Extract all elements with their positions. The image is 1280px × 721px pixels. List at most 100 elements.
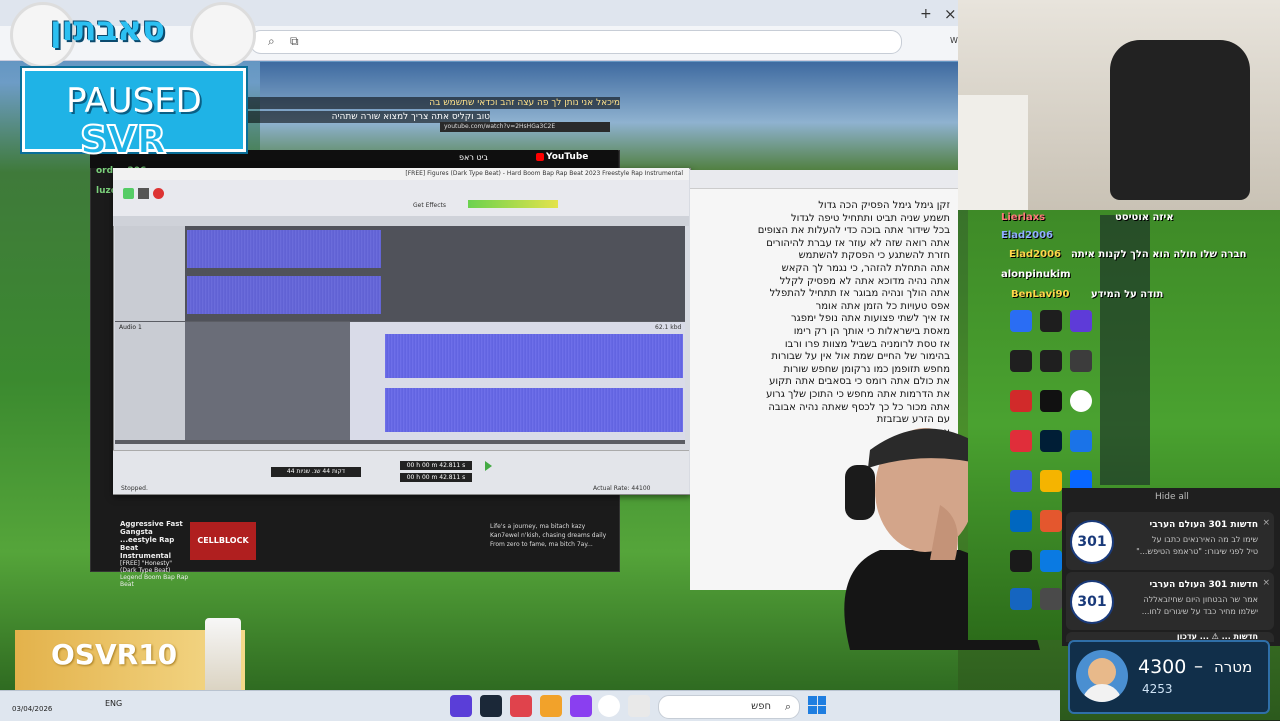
overlay-text-line: מיכאל אני נותן לך פה עצה זהב וכדאי שתשמש…	[240, 97, 620, 109]
youtube-header: ביט ראפ YouTube	[90, 150, 618, 168]
app-icon[interactable]	[1010, 430, 1032, 452]
document-line: את כולם אתה רומס כי בסאבים אתה תקוע	[769, 376, 950, 388]
goal-dash: –	[1194, 656, 1203, 677]
document-toolbar	[690, 170, 958, 189]
app-icon[interactable]	[1010, 470, 1032, 492]
start-button[interactable]	[808, 696, 826, 714]
app-icon[interactable]	[1010, 588, 1032, 610]
selection-end-field[interactable]: 00 h 00 m 42.811 s	[400, 473, 472, 482]
audio-track[interactable]	[185, 226, 685, 321]
chat-message: תודה על המידע	[1091, 289, 1164, 300]
taskbar-search-box[interactable]: חפש ⌕	[658, 695, 800, 719]
inner-url-bar: youtube.com/watch?v=2HsHGa3C2E	[440, 122, 610, 132]
waveform-clip	[385, 334, 683, 378]
chat-username: BenLavi90	[1011, 289, 1070, 300]
youtube-search-text[interactable]: ביט ראפ	[408, 153, 488, 162]
track-name[interactable]: Audio 1	[119, 324, 142, 331]
document-line: אתה רואה שזה לא עוזר אז עברת להיהורים	[766, 237, 950, 249]
document-line: אתה הולך ונהיה מבוגר אז תתחיל להתפלל	[769, 288, 950, 300]
get-effects-button[interactable]: Get Effects	[413, 202, 446, 209]
close-icon[interactable]: ×	[1262, 518, 1270, 528]
audio-track-selected[interactable]: 62.1 kbd	[185, 322, 685, 440]
audio-position-field[interactable]: 44 דקות 44 שנ. שניות	[271, 467, 361, 477]
app-icon[interactable]	[1070, 350, 1092, 372]
track-rate: 62.1 kbd	[655, 324, 682, 331]
chrome-icon[interactable]	[598, 695, 620, 717]
stop-icon[interactable]	[138, 188, 149, 199]
steam-icon[interactable]	[480, 695, 502, 717]
notification-card[interactable]: 301 חדשות 301 העולם הערבי אמר שר הבטחון …	[1066, 572, 1274, 630]
selection-start-field[interactable]: 00 h 00 m 42.811 s	[400, 461, 472, 470]
taskbar-date: 03/04/2026	[12, 705, 53, 713]
goal-target: 4300	[1138, 656, 1187, 678]
lyrics-line: From zero to fame, ma bitch 7ay...	[490, 541, 593, 548]
pdf-icon[interactable]	[1010, 390, 1032, 412]
status-text: Stopped.	[121, 485, 148, 492]
document-line: בהימור של החיים שמת אול אין על שבורות	[771, 351, 950, 363]
track-control-panel[interactable]	[115, 226, 186, 321]
app-icon[interactable]	[1040, 470, 1062, 492]
gaming-chair	[1110, 40, 1250, 200]
timeline-ruler[interactable]	[113, 216, 689, 226]
taskbar-app-icon[interactable]	[510, 695, 532, 717]
document-line: מחפש תזופמן כמו נרקומן שחפש שורות	[783, 363, 950, 375]
selection-toolbar: 44 דקות 44 שנ. שניות 00 h 00 m 42.811 s …	[113, 450, 689, 494]
search-icon[interactable]: ⌕	[268, 34, 275, 49]
brave-icon[interactable]	[1040, 510, 1062, 532]
close-window-icon[interactable]: ×	[944, 5, 957, 23]
app-icon[interactable]	[1070, 310, 1092, 332]
taskbar-app-icon[interactable]	[450, 695, 472, 717]
taskbar-app-icon[interactable]	[570, 695, 592, 717]
taskbar-app-icon[interactable]	[540, 695, 562, 717]
app-icon[interactable]	[1010, 350, 1032, 372]
document-line: אז איך לשתי פצועות אתה נופל ימפגר	[790, 313, 950, 325]
video-thumbnail[interactable]: CELLBLOCK	[190, 522, 256, 560]
app-icon[interactable]	[1010, 550, 1032, 572]
chrome-icon[interactable]	[1070, 390, 1092, 412]
level-meter	[468, 200, 558, 208]
app-icon[interactable]	[1040, 350, 1062, 372]
document-line: חזרת להשתגע כי הפסקת להשתמש	[798, 250, 950, 262]
app-icon[interactable]	[1070, 430, 1092, 452]
document-body: זקן גימל גימל הפסיק הכה גדול תשמע שניה ת…	[700, 200, 950, 439]
app-icon[interactable]	[1010, 310, 1032, 332]
new-tab-icon[interactable]: +	[920, 6, 932, 22]
logo-text: סאבתון	[50, 9, 166, 49]
language-indicator[interactable]: ENG	[105, 699, 122, 708]
news-logo: 301	[1070, 580, 1114, 624]
goal-current: 4253	[1142, 682, 1173, 696]
play-icon[interactable]	[485, 461, 492, 471]
notification-text: ישלמו מחיר כבד על שיגורים לחו...	[1141, 607, 1258, 616]
close-icon[interactable]: ×	[1262, 578, 1270, 588]
goal-label: מטרה	[1214, 658, 1253, 676]
hide-all-button[interactable]: Hide all	[1155, 492, 1189, 502]
document-line: זקן גימל גימל הפסיק הכה גדול	[818, 200, 950, 211]
screenshot-icon[interactable]: ⧉	[290, 34, 299, 49]
taskbar-app-icon[interactable]	[628, 695, 650, 717]
news-logo: 301	[1070, 520, 1114, 564]
youtube-logo[interactable]: YouTube	[546, 152, 588, 162]
app-icon[interactable]	[1010, 510, 1032, 532]
paused-text: PAUSED	[66, 81, 202, 121]
notification-text: טיל לפני שיגורו: "טראמפ הטיפש..."	[1136, 547, 1258, 556]
notification-text: אמר שר הבטחון היום שחיזבאללה	[1143, 595, 1258, 604]
github-icon[interactable]	[1040, 390, 1062, 412]
play-icon[interactable]	[123, 188, 134, 199]
sidebar-video-title[interactable]: [FREE] "Honesty" (Dark Type Beat) Legend…	[120, 560, 190, 588]
record-icon[interactable]	[153, 188, 164, 199]
app-icon[interactable]	[1040, 310, 1062, 332]
app-icon[interactable]	[1040, 550, 1062, 572]
notification-card[interactable]: 301 חדשות 301 העולם הערבי שימו לב מה האי…	[1066, 512, 1274, 570]
address-bar[interactable]	[250, 30, 902, 54]
sidebar-video-title[interactable]: Aggressive Fast Gangsta ...eestyle Rap B…	[120, 520, 190, 560]
chat-message: איזה אוטיסט	[1115, 212, 1174, 223]
document-line: אתה נהיה מדוכא אתה לא מפסיק לקלל	[779, 275, 950, 287]
chat-username: alonpinukim	[1001, 269, 1071, 280]
document-line: אז טסת לרומניה בשביל מצוות פרו ורבו	[784, 338, 950, 350]
chat-message: חברה שלו חולה הוא הלך לקנות איתה	[1071, 249, 1247, 260]
photoshop-icon[interactable]	[1040, 430, 1062, 452]
app-icon[interactable]	[1040, 588, 1062, 610]
track-control-panel[interactable]: Audio 1	[115, 322, 186, 440]
tracks-area[interactable]: Audio 1 62.1 kbd	[115, 226, 685, 444]
audacity-title: [FREE] Figures (Dark Type Beat) - Hard B…	[113, 168, 689, 180]
